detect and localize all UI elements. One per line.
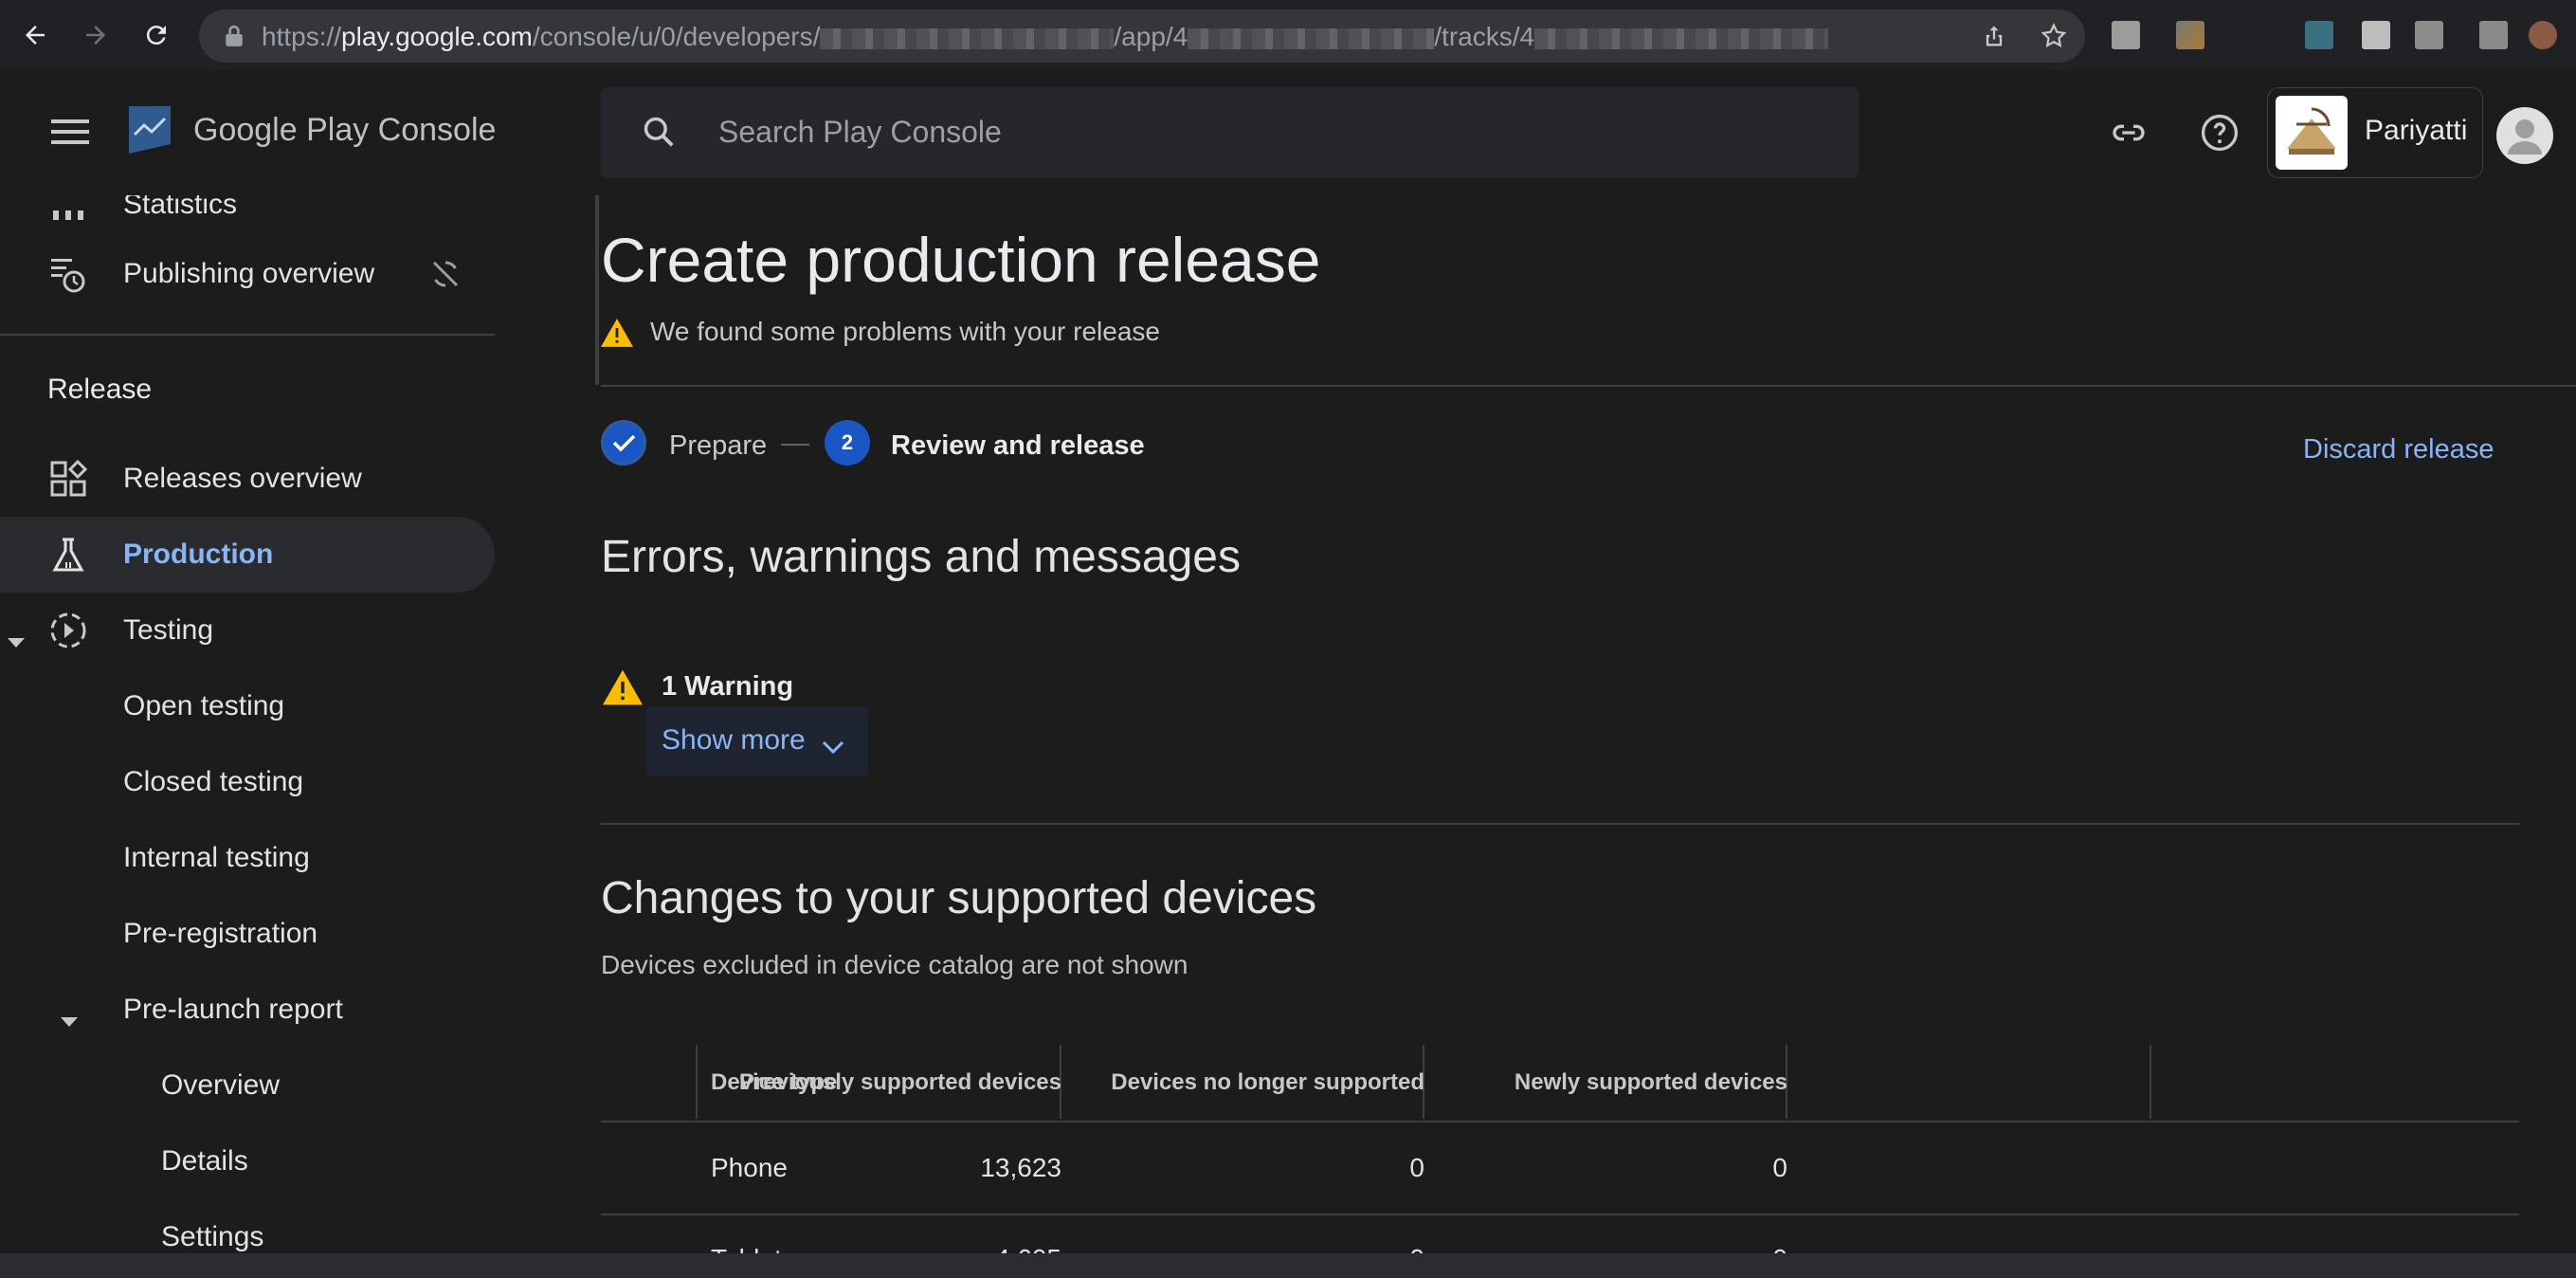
step-2-label[interactable]: Review and release	[891, 430, 1145, 462]
sidebar-item-production[interactable]: Production	[0, 517, 495, 593]
extension-icon[interactable]	[2112, 21, 2140, 49]
sidebar-item-internal-testing[interactable]: Internal testing	[0, 820, 495, 896]
account-switcher[interactable]: Pariyatti	[2267, 87, 2483, 178]
chevron-down-icon[interactable]	[8, 625, 25, 657]
forward-arrow-icon[interactable]	[74, 13, 118, 57]
table-header-divider	[601, 1121, 2519, 1123]
warning-icon	[603, 669, 643, 710]
extension-icon[interactable]	[2415, 21, 2443, 49]
app-logo-text[interactable]: Google Play Console	[193, 112, 496, 149]
devices-subtext: Devices excluded in device catalog are n…	[601, 950, 1188, 979]
devices-heading: Changes to your supported devices	[601, 873, 1317, 923]
main-content: Create production release We found some …	[595, 195, 2576, 1278]
step-1-label[interactable]: Prepare	[669, 430, 767, 462]
step-2-number[interactable]: 2	[825, 420, 870, 466]
app-header: Google Play Console Search Play Console …	[0, 70, 2576, 195]
search-box[interactable]: Search Play Console	[601, 87, 1859, 178]
table-cell: 0	[1772, 1153, 1787, 1182]
sidebar-item-publishing-overview[interactable]: Publishing overview	[0, 236, 495, 312]
column-header-no-longer-supported[interactable]: Devices no longer supported	[1111, 1069, 1424, 1096]
testing-cycle-icon	[47, 610, 89, 651]
warning-icon	[601, 319, 633, 354]
extension-icon[interactable]	[2362, 21, 2390, 49]
sidebar-item-pre-launch-report[interactable]: Pre-launch report	[0, 972, 495, 1048]
table-row-divider	[601, 1214, 2519, 1215]
header-divider	[601, 385, 2576, 387]
sidebar-divider	[0, 334, 495, 336]
account-name: Pariyatti	[2365, 115, 2468, 146]
sidebar-item-details[interactable]: Details	[0, 1123, 495, 1199]
search-icon	[641, 114, 677, 155]
sidebar-item-pre-registration[interactable]: Pre-registration	[0, 896, 495, 972]
column-divider	[2150, 1045, 2151, 1119]
play-console-logo-icon[interactable]	[125, 102, 174, 162]
step-connector	[781, 444, 809, 446]
dashboard-icon	[47, 458, 89, 500]
bookmark-star-icon[interactable]	[2040, 22, 2068, 55]
publish-schedule-icon	[47, 253, 89, 295]
help-icon[interactable]	[2199, 112, 2240, 158]
sidebar-section-release: Release	[47, 374, 153, 405]
sidebar-item-closed-testing[interactable]: Closed testing	[0, 744, 495, 820]
discard-release-button[interactable]: Discard release	[2303, 434, 2494, 466]
column-divider	[696, 1045, 698, 1119]
extension-icon[interactable]	[2479, 21, 2508, 49]
profile-avatar-icon[interactable]	[2529, 21, 2557, 49]
chevron-down-icon[interactable]	[61, 1004, 78, 1036]
url-text: https://play.google.com/console/u/0/deve…	[262, 22, 1829, 52]
sidebar-item-open-testing[interactable]: Open testing	[0, 668, 495, 744]
address-bar[interactable]: https://play.google.com/console/u/0/deve…	[199, 9, 2085, 63]
step-1-complete-check-icon[interactable]	[601, 420, 646, 466]
lock-icon	[224, 25, 245, 52]
page-title: Create production release	[601, 225, 1321, 295]
sidebar-item-overview[interactable]: Overview	[0, 1048, 495, 1123]
table-cell: 0	[1409, 1153, 1424, 1182]
reload-icon[interactable]	[135, 13, 178, 57]
hamburger-menu-icon[interactable]	[51, 118, 89, 151]
chevron-down-icon	[821, 732, 845, 764]
table-cell: Phone	[711, 1153, 788, 1182]
errors-heading: Errors, warnings and messages	[601, 532, 1241, 582]
sidebar-item-releases-overview[interactable]: Releases overview	[0, 441, 495, 517]
extension-icon[interactable]	[2305, 21, 2333, 49]
browser-toolbar: https://play.google.com/console/u/0/deve…	[0, 0, 2576, 71]
extension-icon[interactable]	[2176, 21, 2204, 49]
back-arrow-icon[interactable]	[13, 13, 57, 57]
link-icon[interactable]	[2108, 114, 2150, 156]
developer-logo-icon	[2276, 96, 2348, 170]
user-avatar[interactable]	[2496, 107, 2553, 169]
table-cell: 13,623	[980, 1153, 1061, 1182]
share-icon[interactable]	[1981, 23, 2007, 54]
window-bottom-edge	[0, 1253, 2576, 1278]
sidebar-nav: Statistics Publishing overview Release R…	[0, 195, 531, 1278]
sync-disabled-icon[interactable]	[428, 257, 463, 299]
header-accent-bar	[595, 195, 599, 385]
bar-chart-icon	[47, 195, 89, 226]
flask-icon	[47, 534, 89, 575]
section-divider	[601, 823, 2519, 825]
show-more-button[interactable]: Show more	[646, 707, 868, 776]
column-header-newly-supported[interactable]: Newly supported devices	[1515, 1069, 1787, 1096]
column-header-previously-supported[interactable]: Previously supported devices	[739, 1069, 1061, 1096]
warning-count: 1 Warning	[662, 671, 794, 702]
sidebar-item-testing[interactable]: Testing	[0, 593, 495, 668]
search-placeholder[interactable]: Search Play Console	[718, 115, 1002, 150]
